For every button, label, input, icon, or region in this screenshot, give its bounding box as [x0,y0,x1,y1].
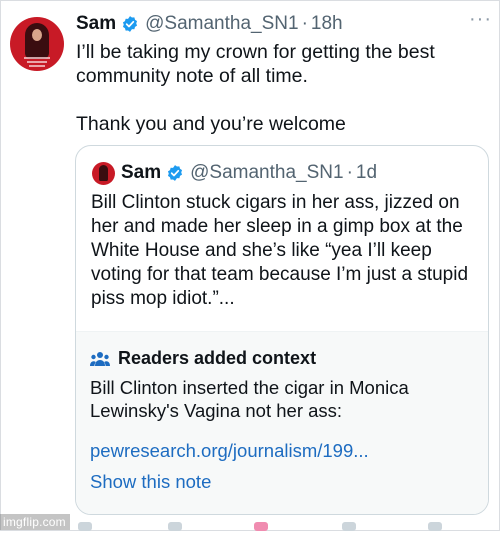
quoted-author-handle: @Samantha_SN1 [190,162,344,183]
separator-dot: · [346,162,353,183]
bookmark-icon[interactable] [428,522,448,534]
tweet-header: Sam @Samantha_SN1 · 18h [76,12,343,36]
avatar[interactable] [10,17,64,71]
quoted-author-name: Sam [121,162,162,183]
author-name[interactable]: Sam [76,13,116,35]
separator-dot: · [301,13,308,34]
more-icon[interactable]: ··· [469,8,492,31]
quoted-avatar [92,162,115,185]
author-handle[interactable]: @Samantha_SN1 [145,13,298,35]
like-icon[interactable] [254,522,274,534]
community-note-title: Readers added context [118,348,317,368]
show-note-link[interactable]: Show this note [90,471,211,493]
verified-badge-icon [168,165,183,181]
watermark: imgflip.com [0,514,70,530]
community-note: Readers added context Bill Clinton inser… [76,331,488,514]
quoted-header: Sam @Samantha_SN1 · 1d [121,161,377,185]
tweet-text-line: Thank you and you’re welcome [76,113,346,135]
tweet-text: I’ll be taking my crown for getting the … [76,40,486,136]
quoted-timestamp: 1d [355,162,378,183]
action-bar [78,522,488,534]
quoted-text: Bill Clinton stuck cigars in her ass, ji… [91,192,469,309]
timestamp[interactable]: 18h [311,13,343,35]
retweet-icon[interactable] [168,522,188,534]
verified-badge-icon [123,16,138,32]
community-note-body: Bill Clinton inserted the cigar in Monic… [90,377,409,421]
quoted-tweet[interactable]: Sam @Samantha_SN1 · 1d Bill Clinton stuc… [75,145,489,515]
community-note-header: Readers added context [90,348,316,369]
people-icon [90,351,110,366]
community-note-link[interactable]: pewresearch.org/journalism/199... [90,440,369,462]
reply-icon[interactable] [78,522,98,534]
views-icon[interactable] [342,522,362,534]
tweet-text-line: I’ll be taking my crown for getting the … [76,41,435,87]
